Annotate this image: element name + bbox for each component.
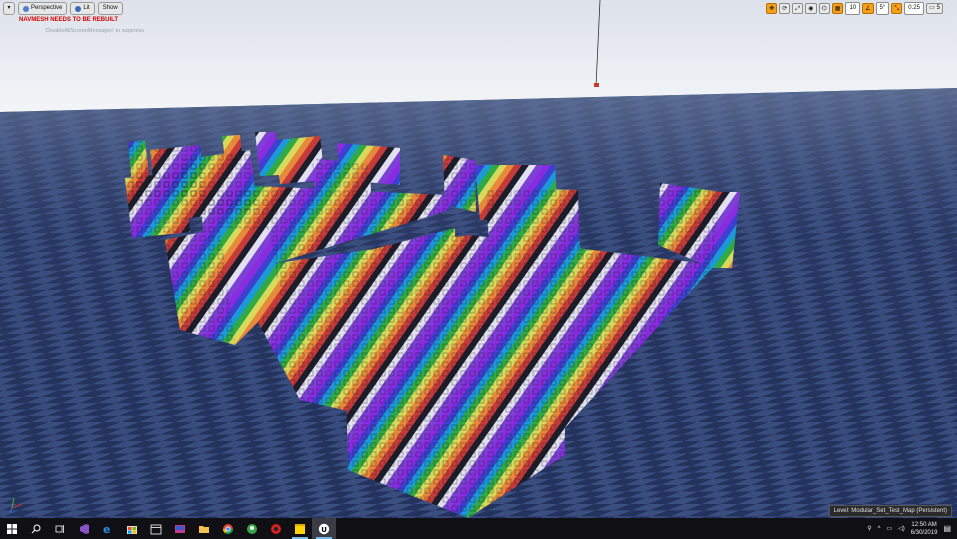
coordinate-system-button[interactable]: ◉ xyxy=(805,3,817,14)
camera-speed-button[interactable]: ▭ 5 xyxy=(925,3,943,14)
level-viewport[interactable]: ▾ Perspective Lit Show NAVMESH NEEDS TO … xyxy=(0,0,957,518)
system-tray: ⚲ ^ ▭ ◁) 12:50 AM 6/30/2019 ▤ xyxy=(867,521,957,537)
start-button[interactable] xyxy=(0,518,24,539)
task-view-button[interactable] xyxy=(48,518,72,539)
view-mode-lit-button[interactable]: Lit xyxy=(70,2,95,15)
grid-snap-toggle[interactable]: ▦ xyxy=(831,3,844,14)
scale-icon: ⤢ xyxy=(795,6,801,12)
surface-snap-icon: ⌬ xyxy=(821,6,827,12)
notifications-icon[interactable]: ▤ xyxy=(943,524,951,533)
task-view-icon xyxy=(55,524,64,533)
taskbar-file-explorer[interactable] xyxy=(192,518,216,539)
taskbar-chrome[interactable] xyxy=(216,518,240,539)
taskbar-media-app[interactable] xyxy=(168,518,192,539)
surface-snap-button[interactable]: ⌬ xyxy=(818,3,830,14)
translate-mode-button[interactable]: ✥ xyxy=(766,3,778,14)
move-icon: ✥ xyxy=(769,6,775,12)
angle-icon: ∠ xyxy=(865,6,871,12)
taskbar-store[interactable] xyxy=(120,518,144,539)
taskbar-recorder[interactable] xyxy=(264,518,288,539)
network-icon[interactable]: ▭ xyxy=(886,525,892,532)
media-app-icon xyxy=(175,524,185,533)
sphere-icon xyxy=(75,5,82,12)
grid-snap-value[interactable]: 10 xyxy=(845,2,861,15)
rotate-mode-button[interactable]: ⟳ xyxy=(779,3,791,14)
gaming-app-icon xyxy=(247,523,257,534)
edge-icon: e xyxy=(103,523,110,535)
camera-speed-icon: ▭ xyxy=(928,5,935,11)
chevron-down-icon: ▾ xyxy=(7,5,11,11)
chrome-icon xyxy=(223,523,233,534)
unreal-engine-icon: U xyxy=(318,523,330,534)
taskbar-visual-studio[interactable] xyxy=(72,518,96,539)
scale-snap-icon: ⤡ xyxy=(894,6,900,12)
sticky-notes-icon xyxy=(295,523,305,534)
show-button[interactable]: Show xyxy=(97,2,123,15)
scale-snap-toggle[interactable]: ⤡ xyxy=(891,3,903,14)
show-label: Show xyxy=(102,5,118,11)
rotate-icon: ⟳ xyxy=(782,6,788,12)
lit-label: Lit xyxy=(83,5,90,11)
windows-icon xyxy=(7,523,17,534)
maximize-viewport-icon[interactable]: ⤢ xyxy=(946,3,954,11)
level-label: Level: Modular_Set_Test_Map (Persistent) xyxy=(828,505,952,517)
axis-gizmo xyxy=(9,497,23,513)
camera-speed-value: 5 xyxy=(936,5,940,11)
search-button[interactable] xyxy=(24,518,48,539)
globe-icon: ◉ xyxy=(808,6,814,12)
suppress-hint: 'DisableAllScreenMessages' to suppress xyxy=(45,28,145,34)
scene-render[interactable] xyxy=(0,0,957,518)
svg-text:e: e xyxy=(103,523,110,535)
store-icon xyxy=(127,525,137,534)
grid-icon: ▦ xyxy=(834,6,841,12)
rotation-snap-value[interactable]: 5° xyxy=(875,2,890,15)
search-icon xyxy=(31,524,41,533)
navmesh-warning: NAVMESH NEEDS TO BE REBUILT xyxy=(19,17,119,23)
taskbar-gaming-app[interactable] xyxy=(240,518,264,539)
clock-time: 12:50 AM xyxy=(911,521,937,528)
rotation-snap-toggle[interactable]: ∠ xyxy=(862,3,874,14)
taskbar-calendar[interactable] xyxy=(144,518,168,539)
chevron-up-icon[interactable]: ^ xyxy=(878,526,881,532)
scale-mode-button[interactable]: ⤢ xyxy=(792,3,804,14)
perspective-label: Perspective xyxy=(31,5,63,11)
taskbar-sticky-notes[interactable] xyxy=(288,518,312,539)
taskbar-unreal-engine[interactable]: U xyxy=(312,518,336,539)
taskbar: e U ⚲ ^ ▭ ◁) 12:50 AM 6/30/2019 ▤ xyxy=(0,518,957,539)
record-icon xyxy=(271,523,281,534)
clock[interactable]: 12:50 AM 6/30/2019 xyxy=(911,521,938,537)
camera-icon xyxy=(23,5,29,12)
people-icon[interactable]: ⚲ xyxy=(867,525,871,532)
svg-text:U: U xyxy=(321,526,327,534)
folder-icon xyxy=(199,525,209,533)
perspective-button[interactable]: Perspective xyxy=(18,2,68,15)
visual-studio-icon xyxy=(80,523,89,534)
viewport-menu-button[interactable]: ▾ xyxy=(3,2,15,15)
scale-snap-value[interactable]: 0.25 xyxy=(904,2,924,15)
taskbar-edge[interactable]: e xyxy=(96,518,120,539)
volume-icon[interactable]: ◁) xyxy=(898,525,905,532)
clock-date: 6/30/2019 xyxy=(910,529,938,536)
viewport-toolbar: ▾ Perspective Lit Show xyxy=(3,2,123,15)
calendar-icon xyxy=(150,524,162,534)
transform-toolbar: ✥ ⟳ ⤢ ◉ ⌬ ▦ 10 ∠ 5° ⤡ 0.25 ▭ 5 xyxy=(766,2,943,15)
